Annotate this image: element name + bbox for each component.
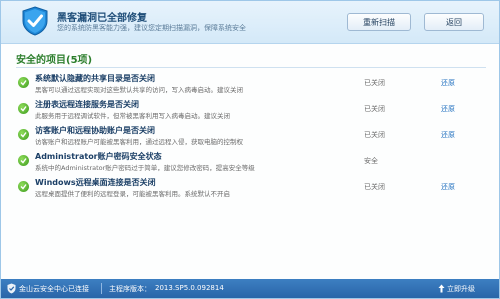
item-title: Administrator账户密码安全状态	[35, 152, 162, 161]
restore-link[interactable]: 还原	[441, 130, 455, 140]
shield-check-icon	[22, 6, 48, 36]
list-item: Administrator账户密码安全状态 系统中的Administrator账…	[16, 151, 486, 177]
connection-status: 金山云安全中心已连接	[19, 285, 89, 293]
item-description: 此服务用于远程调试软件，但常被黑客利用写入病毒启动。建议关闭	[35, 112, 230, 120]
check-icon	[18, 77, 29, 88]
item-status: 已关闭	[364, 105, 385, 113]
security-result-window: 黑客漏洞已全部修复 您的系统防黑客能力强，建议您定期扫描漏洞，保障系统安全 重新…	[0, 0, 500, 299]
status-bar: 金山云安全中心已连接 主程序版本： 2013.SP5.0.092814 立即升级	[1, 279, 499, 298]
list-item: Windows远程桌面连接是否关闭 远程桌面提供了便利的远程登录，可能被黑客利用…	[16, 177, 486, 203]
footer-divider	[101, 283, 102, 294]
restore-link[interactable]: 还原	[441, 78, 455, 88]
version-label: 主程序版本：	[109, 285, 151, 293]
check-icon	[18, 103, 29, 114]
page-title: 黑客漏洞已全部修复	[57, 13, 147, 24]
restore-link[interactable]: 还原	[441, 104, 455, 114]
restore-link[interactable]: 还原	[441, 182, 455, 192]
item-status: 已关闭	[364, 131, 385, 139]
check-icon	[18, 181, 29, 192]
item-title: 系统默认隐藏的共享目录是否关闭	[35, 74, 155, 83]
item-title: Windows远程桌面连接是否关闭	[35, 178, 156, 187]
item-description: 访客账户和远程账户可能被黑客利用，通过远程入侵，获取电脑的控制权	[35, 138, 243, 146]
cloud-shield-icon	[7, 283, 16, 294]
item-status: 已关闭	[364, 183, 385, 191]
list-item: 系统默认隐藏的共享目录是否关闭 黑客可以通过远程实现对这些默认共享的访问，写入病…	[16, 73, 486, 99]
back-button[interactable]: 返回	[424, 13, 484, 31]
item-title: 访客账户和远程协助账户是否关闭	[35, 126, 155, 135]
section-title: 安全的项目(5项)	[16, 55, 93, 66]
check-icon	[18, 155, 29, 166]
item-description: 黑客可以通过远程实现对这些默认共享的访问，写入病毒启动。建议关闭	[35, 86, 243, 94]
upgrade-link[interactable]: 立即升级	[447, 284, 475, 294]
page-subtitle: 您的系统防黑客能力强，建议您定期扫描漏洞，保障系统安全	[57, 24, 246, 32]
header-bar: 黑客漏洞已全部修复 您的系统防黑客能力强，建议您定期扫描漏洞，保障系统安全 重新…	[1, 1, 499, 44]
rescan-button[interactable]: 重新扫描	[347, 13, 411, 31]
item-description: 远程桌面提供了便利的远程登录，可能被黑客利用。系统默认不开启	[35, 190, 230, 198]
item-status: 安全	[364, 157, 378, 165]
item-title: 注册表远程连接服务是否关闭	[35, 100, 139, 109]
list-item: 访客账户和远程协助账户是否关闭 访客账户和远程账户可能被黑客利用，通过远程入侵，…	[16, 125, 486, 151]
version-number: 2013.SP5.0.092814	[155, 284, 224, 292]
upgrade-arrow-icon[interactable]	[438, 284, 445, 293]
check-icon	[18, 129, 29, 140]
list-item: 注册表远程连接服务是否关闭 此服务用于远程调试软件，但常被黑客利用写入病毒启动。…	[16, 99, 486, 125]
section-divider	[16, 67, 486, 68]
item-description: 系统中的Administrator账户密码过于简单，建议您修改密码，提高安全等级	[35, 164, 255, 172]
item-status: 已关闭	[364, 79, 385, 87]
